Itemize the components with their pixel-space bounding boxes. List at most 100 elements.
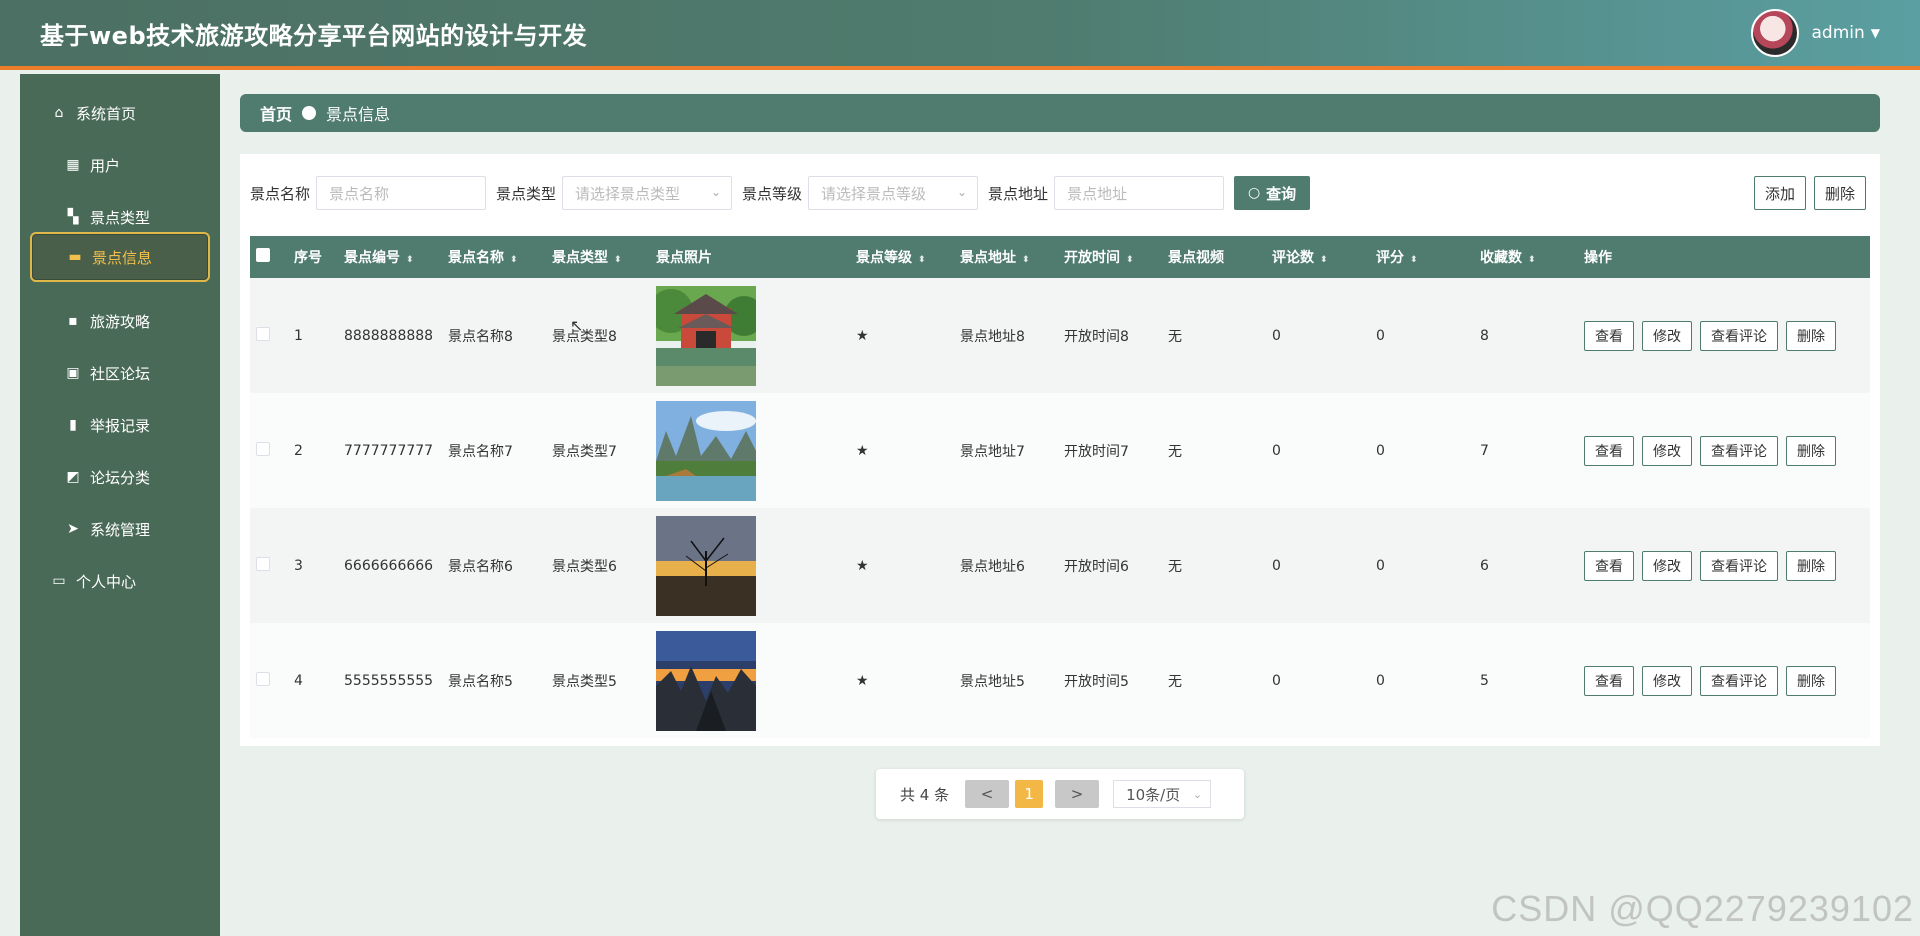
row-checkbox[interactable] xyxy=(256,326,270,341)
scenic-photo[interactable] xyxy=(656,623,856,738)
batch-delete-button[interactable]: 删除 xyxy=(1814,176,1866,210)
sidebar-item-9[interactable]: ▭ 个人中心 xyxy=(30,556,210,606)
table-row[interactable]: 2 7777777777 景点名称7 景点类型7 ★ 景点地址7 开放时间7 无 0 0 7 查看 修改… xyxy=(250,393,1870,508)
row-checkbox[interactable] xyxy=(256,556,270,571)
cell-code: 6666666666 xyxy=(344,557,434,574)
page-1-button[interactable]: 1 xyxy=(1015,780,1044,808)
add-button[interactable]: 添加 xyxy=(1754,176,1806,210)
avatar[interactable] xyxy=(1751,9,1800,57)
sidebar-item-8[interactable]: ➤ 系统管理 xyxy=(30,504,210,554)
column-header-label: 评分 xyxy=(1376,250,1404,266)
chevron-down-icon: ⌄ xyxy=(956,185,968,199)
scenic-photo[interactable] xyxy=(656,393,856,508)
scenic-photo[interactable] xyxy=(656,508,856,623)
cell-name: 景点名称5 xyxy=(448,673,513,690)
column-header[interactable]: 评分 ⬍ xyxy=(1376,236,1480,278)
sort-icon[interactable]: ⬍ xyxy=(406,255,414,265)
sidebar-item-7[interactable]: ◩ 论坛分类 xyxy=(30,452,210,502)
breadcrumb-home[interactable]: 首页 xyxy=(260,101,292,125)
column-header[interactable]: 评论数 ⬍ xyxy=(1272,236,1376,278)
sort-icon[interactable]: ⬍ xyxy=(1528,255,1536,265)
page-size-select[interactable]: 10条/页 ⌄ xyxy=(1113,780,1212,808)
row-actions: 查看 修改 查看评论 删除 xyxy=(1584,508,1870,623)
prev-page-button[interactable]: < xyxy=(965,780,1010,808)
row-checkbox[interactable] xyxy=(256,671,270,686)
sidebar-item-0[interactable]: ⌂ 系统首页 xyxy=(30,88,210,138)
column-header[interactable]: 开放时间 ⬍ xyxy=(1064,236,1168,278)
row-select-cell xyxy=(250,508,294,623)
column-header[interactable]: 景点名称 ⬍ xyxy=(448,236,552,278)
sidebar-item-6[interactable]: ▮ 举报记录 xyxy=(30,400,210,450)
query-button[interactable]: ○ 查询 xyxy=(1234,176,1311,210)
row-actions: 查看 修改 查看评论 删除 xyxy=(1584,278,1870,393)
line-chart-icon: ◩ xyxy=(66,469,80,485)
table-row[interactable]: 3 6666666666 景点名称6 景点类型6 ★ 景点地址6 开放时间6 无 0 0 6 查看 修改… xyxy=(250,508,1870,623)
view-comments-button[interactable]: 查看评论 xyxy=(1700,665,1778,696)
sidebar-item-5[interactable]: ▣ 社区论坛 xyxy=(30,348,210,398)
select-all-checkbox[interactable] xyxy=(256,248,270,262)
sidebar-item-label: 系统管理 xyxy=(90,520,151,539)
sort-icon[interactable]: ⬍ xyxy=(614,255,622,265)
delete-button[interactable]: 删除 xyxy=(1786,550,1836,581)
column-header[interactable]: 景点地址 ⬍ xyxy=(960,236,1064,278)
scenic-photo[interactable] xyxy=(656,278,856,393)
view-comments-button[interactable]: 查看评论 xyxy=(1700,435,1778,466)
cell-idx: 1 xyxy=(294,327,303,344)
column-header-label: 景点照片 xyxy=(656,250,712,266)
delete-button[interactable]: 删除 xyxy=(1786,435,1836,466)
name-search-input[interactable]: 景点名称 xyxy=(316,176,487,210)
watermark: CSDN @QQ2279239102 xyxy=(1491,888,1914,929)
bar-chart-icon: ▮ xyxy=(69,417,77,433)
sidebar-item-3[interactable]: ▬ 景点信息 xyxy=(30,232,210,282)
column-header[interactable]: 景点等级 ⬍ xyxy=(856,236,960,278)
delete-button[interactable]: 删除 xyxy=(1786,665,1836,696)
type-select[interactable]: 请选择景点类型 ⌄ xyxy=(562,176,733,210)
view-button[interactable]: 查看 xyxy=(1584,665,1634,696)
sidebar-item-label: 论坛分类 xyxy=(90,468,151,487)
cell-fav: 8 xyxy=(1480,327,1489,344)
column-header-label: 序号 xyxy=(294,250,322,266)
view-button[interactable]: 查看 xyxy=(1584,435,1634,466)
level-select[interactable]: 请选择景点等级 ⌄ xyxy=(808,176,979,210)
edit-button[interactable]: 修改 xyxy=(1642,435,1692,466)
column-header[interactable]: 景点编号 ⬍ xyxy=(344,236,448,278)
cell-open: 开放时间6 xyxy=(1064,558,1129,575)
sort-icon[interactable]: ⬍ xyxy=(1126,255,1134,265)
chevron-down-icon[interactable]: ▼ xyxy=(1871,26,1880,40)
view-button[interactable]: 查看 xyxy=(1584,550,1634,581)
pagination: 共 4 条 < 1 > 10条/页 ⌄ xyxy=(876,769,1244,819)
sort-icon[interactable]: ⬍ xyxy=(918,255,926,265)
edit-button[interactable]: 修改 xyxy=(1642,665,1692,696)
cell-level: ★ xyxy=(856,672,869,689)
view-button[interactable]: 查看 xyxy=(1584,320,1634,351)
cell-addr: 景点地址7 xyxy=(960,443,1025,460)
table-row[interactable]: 1 8888888888 景点名称8 景点类型8 ★ 景点地址8 开放时间8 无 0 0 8 查看 修改… xyxy=(250,278,1870,393)
view-comments-button[interactable]: 查看评论 xyxy=(1700,320,1778,351)
comment-icon: ▪ xyxy=(68,313,78,329)
sidebar-item-label: 景点类型 xyxy=(90,208,151,227)
edit-button[interactable]: 修改 xyxy=(1642,550,1692,581)
cell-comments: 0 xyxy=(1272,557,1281,574)
sidebar-item-1[interactable]: ▦ 用户 xyxy=(30,140,210,190)
address-search-input[interactable]: 景点地址 xyxy=(1054,176,1225,210)
sort-icon[interactable]: ⬍ xyxy=(510,255,518,265)
user-menu[interactable]: admin ▼ xyxy=(1751,9,1880,57)
column-header[interactable]: 景点类型 ⬍ xyxy=(552,236,656,278)
row-select-cell xyxy=(250,393,294,508)
home-icon: ⌂ xyxy=(54,105,64,121)
delete-button[interactable]: 删除 xyxy=(1786,320,1836,351)
edit-button[interactable]: 修改 xyxy=(1642,320,1692,351)
row-checkbox[interactable] xyxy=(256,441,270,456)
sidebar-item-4[interactable]: ▪ 旅游攻略 xyxy=(30,296,210,346)
table-row[interactable]: 4 5555555555 景点名称5 景点类型5 ★ 景点地址5 开放时间5 无 0 0 5 查看 修改… xyxy=(250,623,1870,738)
cell-score: 0 xyxy=(1376,557,1385,574)
column-header[interactable]: 收藏数 ⬍ xyxy=(1480,236,1584,278)
next-page-button[interactable]: > xyxy=(1055,780,1100,808)
sort-icon[interactable]: ⬍ xyxy=(1022,255,1030,265)
sort-icon[interactable]: ⬍ xyxy=(1410,255,1418,265)
mouse-cursor-icon: ↖ xyxy=(570,316,584,335)
view-comments-button[interactable]: 查看评论 xyxy=(1700,550,1778,581)
scenic-table: 序号 景点编号 ⬍ 景点名称 ⬍ 景点类型 ⬍ 景点照片 景点等级 ⬍ 景点地址 ⬍ 开放时间 ⬍ 景点视频… xyxy=(250,236,1870,738)
username[interactable]: admin xyxy=(1811,23,1864,43)
sort-icon[interactable]: ⬍ xyxy=(1320,255,1328,265)
